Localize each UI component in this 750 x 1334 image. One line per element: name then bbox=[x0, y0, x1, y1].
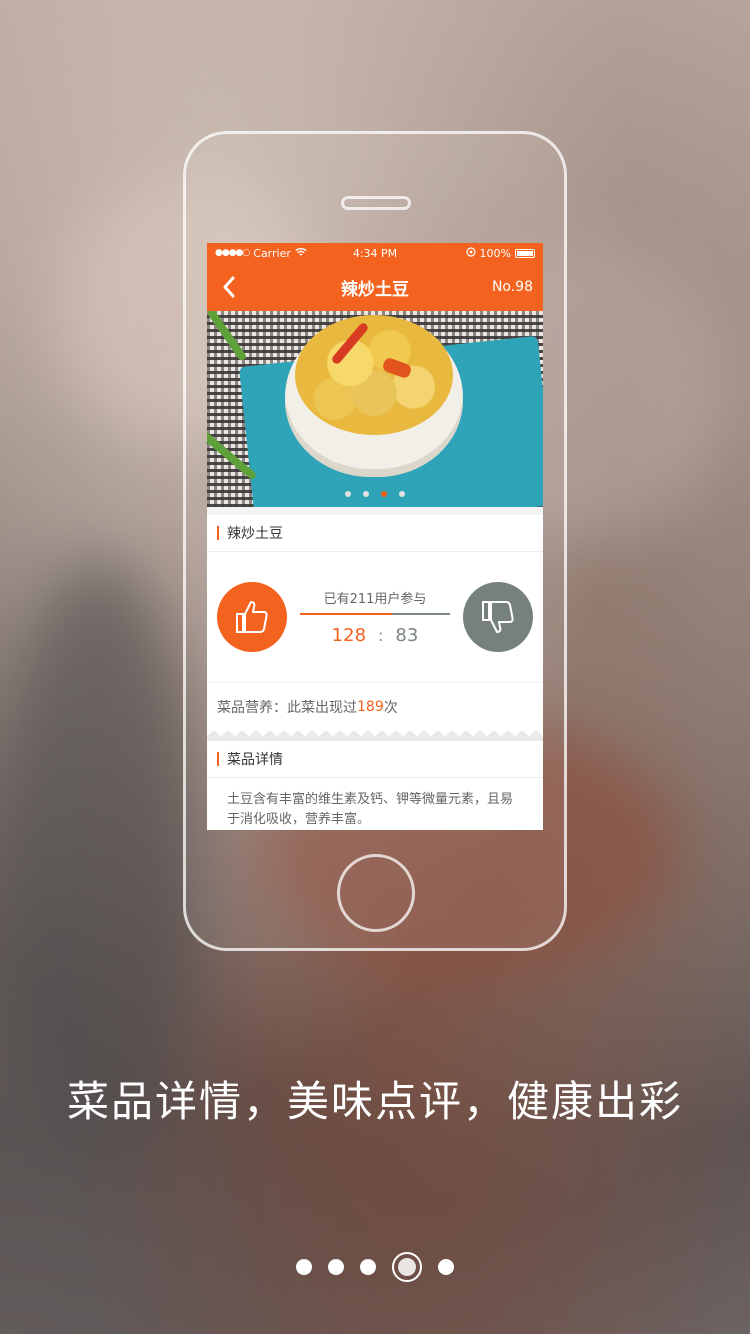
phone-speaker bbox=[341, 196, 411, 210]
vote-panel: 已有211用户参与 128 : 83 bbox=[207, 552, 543, 682]
dish-name-header: 辣炒土豆 bbox=[207, 515, 543, 552]
vote-ratio-fill bbox=[300, 613, 392, 615]
thumbs-down-icon bbox=[482, 601, 514, 633]
photo-pager-dot[interactable] bbox=[345, 491, 351, 497]
dish-name-label: 辣炒土豆 bbox=[227, 526, 283, 542]
status-bar: ●●●●○ Carrier 4:34 PM 100% bbox=[207, 243, 543, 263]
carrier-label: Carrier bbox=[253, 246, 291, 260]
page-dot[interactable] bbox=[360, 1259, 376, 1275]
vote-ratio-bar bbox=[300, 613, 450, 615]
photo-pager bbox=[207, 491, 543, 497]
signal-icon: ●●●●○ bbox=[215, 248, 250, 258]
vote-summary: 已有211用户参与 128 : 83 bbox=[287, 588, 463, 646]
navigation-bar: 辣炒土豆 No.98 bbox=[207, 263, 543, 311]
dislike-count: 83 bbox=[395, 625, 419, 646]
page-dot[interactable] bbox=[438, 1259, 454, 1275]
nutrition-suffix: 次 bbox=[383, 700, 398, 716]
feature-caption: 菜品详情，美味点评，健康出彩 bbox=[66, 1077, 683, 1126]
dislike-button[interactable] bbox=[463, 582, 533, 652]
thumbs-up-icon bbox=[236, 601, 268, 633]
page-dot[interactable] bbox=[296, 1259, 312, 1275]
battery-label: 100% bbox=[479, 246, 511, 260]
section-accent-bar bbox=[217, 526, 219, 540]
dish-photo[interactable] bbox=[207, 311, 543, 507]
phone-screen: ●●●●○ Carrier 4:34 PM 100% 辣炒土豆 No.98 辣炒… bbox=[207, 243, 543, 830]
zigzag-divider bbox=[207, 731, 543, 741]
dish-detail-text: 土豆含有丰富的维生素及钙、钾等微量元素，且易于消化吸收，营养丰富。 bbox=[207, 778, 543, 830]
battery-icon bbox=[515, 248, 535, 258]
appearance-count: 189 bbox=[357, 699, 384, 715]
nutrition-prefix: 菜品营养：此菜出现过 bbox=[217, 700, 357, 716]
section-accent-bar bbox=[217, 752, 219, 766]
wifi-icon bbox=[295, 247, 307, 260]
participants-label: 已有211用户参与 bbox=[323, 592, 427, 607]
dish-detail-title: 菜品详情 bbox=[227, 752, 283, 768]
page-dot-current[interactable] bbox=[392, 1252, 422, 1282]
photo-pager-dot-active[interactable] bbox=[381, 491, 387, 497]
vote-counts: 128 : 83 bbox=[332, 625, 419, 646]
nutrition-row: 菜品营养：此菜出现过 189 次 bbox=[207, 682, 543, 731]
orientation-lock-icon bbox=[465, 246, 476, 260]
like-count: 128 bbox=[331, 625, 367, 646]
dish-number: No.98 bbox=[491, 279, 533, 295]
phone-home-button bbox=[337, 854, 415, 932]
photo-pager-dot[interactable] bbox=[399, 491, 405, 497]
count-separator: : bbox=[378, 626, 384, 645]
page-dot[interactable] bbox=[328, 1259, 344, 1275]
onboarding-page-indicator bbox=[0, 1252, 750, 1282]
like-button[interactable] bbox=[217, 582, 287, 652]
dish-detail-header: 菜品详情 bbox=[207, 741, 543, 778]
photo-pager-dot[interactable] bbox=[363, 491, 369, 497]
